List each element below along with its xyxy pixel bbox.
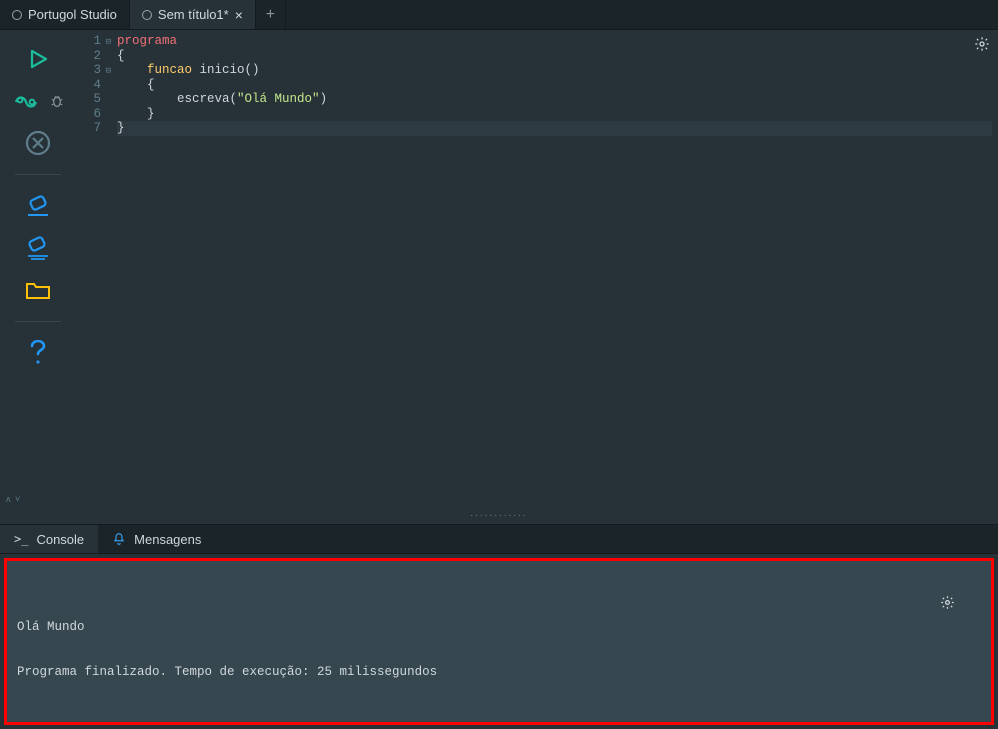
run-icon (26, 47, 50, 71)
bell-icon (112, 532, 126, 546)
keyword: funcao (147, 63, 192, 77)
tab-bar: Portugol Studio Sem título1* × + (0, 0, 998, 30)
bug-icon (49, 93, 65, 109)
line-number: 1 (93, 34, 101, 48)
line-number: 7 (93, 121, 101, 135)
brace: } (117, 121, 125, 135)
close-icon[interactable]: × (235, 7, 243, 23)
tab-messages[interactable]: Mensagens (98, 525, 215, 553)
fold-icon[interactable]: ⊟ (106, 64, 111, 79)
bulb-icon (142, 10, 152, 20)
new-tab-button[interactable]: + (256, 0, 286, 29)
editor-area: 1⊟ 2 3⊟ 4 5 6 7 programa { funcao inicio… (75, 30, 998, 494)
identifier: escreva (177, 92, 230, 106)
help-button[interactable] (21, 336, 55, 370)
console-panel: Olá Mundo Programa finalizado. Tempo de … (0, 554, 998, 729)
eraser-icon (25, 194, 51, 218)
debug-button[interactable] (9, 84, 43, 118)
bottom-tab-bar: >_ Console Mensagens (0, 524, 998, 554)
tab-console-label: Console (36, 532, 84, 547)
keyword: programa (117, 34, 177, 48)
console-line: Programa finalizado. Tempo de execução: … (17, 665, 981, 680)
divider (15, 321, 61, 322)
panel-collapse-toggle[interactable]: ʌ ˅ (0, 494, 998, 508)
plus-icon: + (266, 6, 275, 24)
console-line: Olá Mundo (17, 620, 981, 635)
tab-messages-label: Mensagens (134, 532, 201, 547)
debug-icon (13, 90, 39, 112)
run-button[interactable] (21, 42, 55, 76)
identifier: inicio (192, 63, 245, 77)
console-output[interactable]: Olá Mundo Programa finalizado. Tempo de … (4, 558, 994, 725)
tab-home[interactable]: Portugol Studio (0, 0, 130, 29)
fold-icon[interactable]: ⊟ (106, 35, 111, 50)
bulb-icon (12, 10, 22, 20)
paren: ) (320, 92, 328, 106)
folder-icon (25, 279, 51, 301)
line-number: 4 (93, 78, 101, 92)
sidebar (0, 30, 75, 494)
paren: () (245, 63, 260, 77)
editor-settings-button[interactable] (974, 36, 990, 52)
gutter: 1⊟ 2 3⊟ 4 5 6 7 (75, 30, 105, 136)
string: "Olá Mundo" (237, 92, 320, 106)
brace: } (147, 107, 155, 121)
console-settings-button[interactable] (940, 565, 985, 640)
stop-icon (25, 130, 51, 156)
help-icon (29, 340, 47, 366)
tab-file-label: Sem título1* (158, 7, 229, 22)
open-folder-button[interactable] (21, 273, 55, 307)
divider (15, 174, 61, 175)
paren: ( (230, 92, 238, 106)
brace: { (147, 78, 155, 92)
eraser2-icon (25, 236, 51, 260)
line-number: 2 (93, 49, 101, 63)
tab-console[interactable]: >_ Console (0, 525, 98, 553)
gear-icon (940, 595, 955, 610)
gear-icon (974, 36, 990, 52)
brace: { (117, 49, 125, 63)
tab-home-label: Portugol Studio (28, 7, 117, 22)
tab-file[interactable]: Sem título1* × (130, 0, 256, 29)
line-number: 3 (93, 63, 101, 77)
code-content[interactable]: programa { funcao inicio() { escreva("Ol… (105, 30, 998, 136)
line-number: 5 (93, 92, 101, 106)
splitter[interactable]: ............ (0, 508, 998, 524)
clear-button[interactable] (21, 189, 55, 223)
bug-button[interactable] (47, 84, 67, 118)
editor-empty-space[interactable] (75, 136, 998, 495)
prompt-icon: >_ (14, 532, 28, 546)
code-editor[interactable]: 1⊟ 2 3⊟ 4 5 6 7 programa { funcao inicio… (75, 30, 998, 136)
stop-button[interactable] (21, 126, 55, 160)
clear-all-button[interactable] (21, 231, 55, 265)
line-number: 6 (93, 107, 101, 121)
main-area: 1⊟ 2 3⊟ 4 5 6 7 programa { funcao inicio… (0, 30, 998, 494)
